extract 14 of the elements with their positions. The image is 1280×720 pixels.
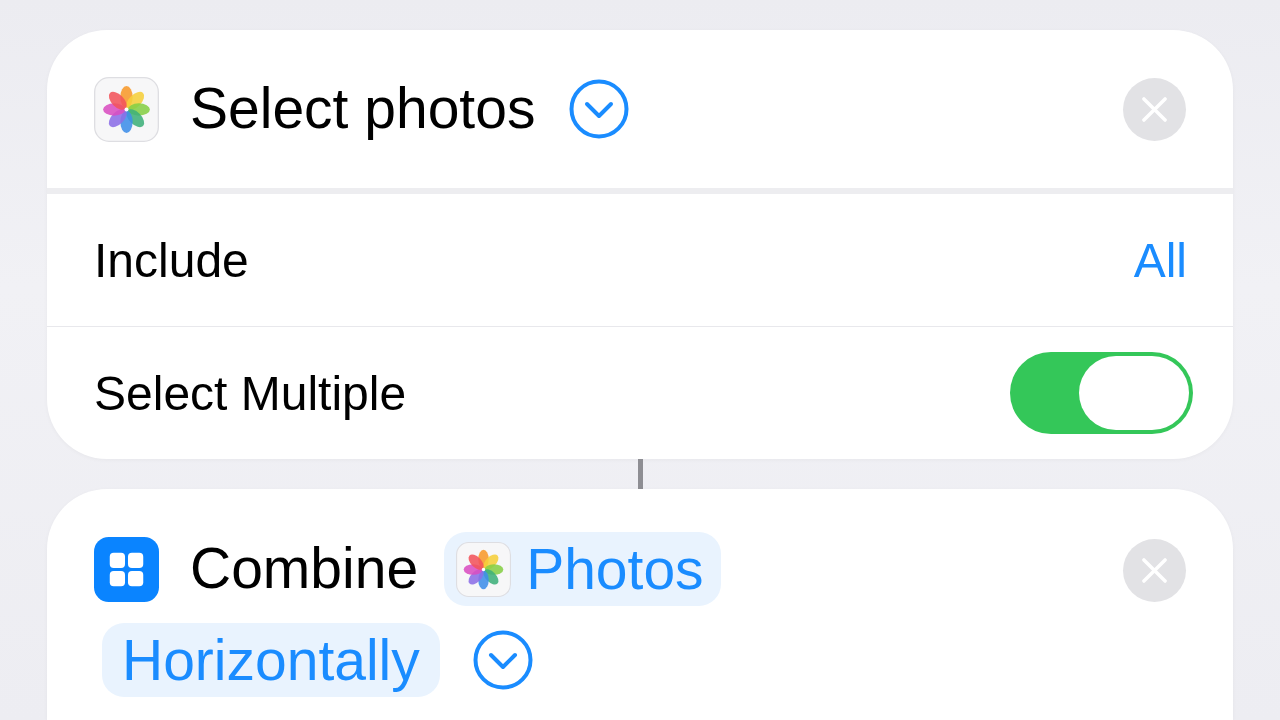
flower-icon — [94, 76, 159, 142]
flower-icon — [456, 541, 512, 597]
row-label: Include — [94, 232, 249, 288]
option-token[interactable]: Horizontally — [102, 623, 440, 697]
action-title: Select photos — [190, 76, 536, 142]
chevron-circle-icon[interactable] — [569, 79, 630, 139]
close-icon — [1142, 558, 1167, 583]
row-label: Select Multiple — [94, 365, 407, 421]
chevron-circle-icon[interactable] — [472, 630, 533, 690]
close-icon — [1142, 96, 1167, 122]
grid-icon — [94, 536, 159, 602]
action-title: Combine — [190, 536, 419, 602]
include-value-link[interactable]: All — [1133, 232, 1187, 288]
variable-token[interactable]: Photos — [444, 532, 721, 606]
